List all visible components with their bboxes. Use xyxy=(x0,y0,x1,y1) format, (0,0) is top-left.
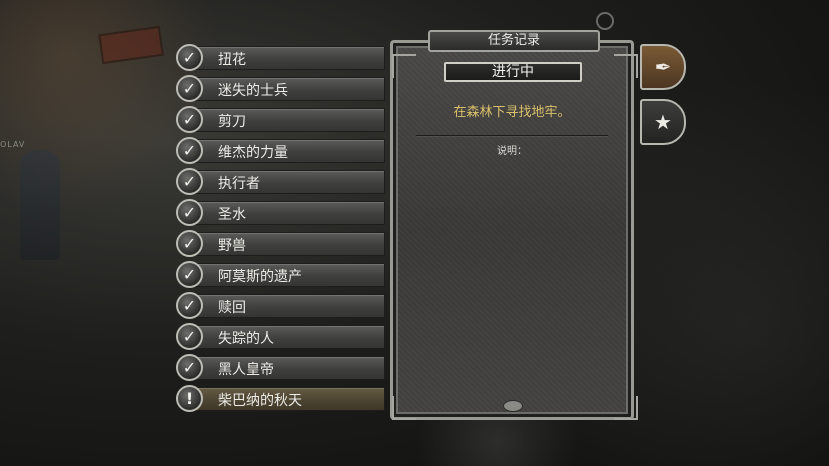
panel-bottom-knob xyxy=(503,400,523,412)
panel-corner-ornament xyxy=(392,54,416,78)
tab-achievements[interactable]: ★ xyxy=(640,99,686,145)
quest-list-item[interactable]: ! 柴巴纳的秋天 xyxy=(176,385,385,412)
scene-character xyxy=(20,150,60,260)
scene-banner-text: OLAV xyxy=(0,140,26,149)
check-icon: ✓ xyxy=(176,44,203,71)
quest-list-item[interactable]: ✓ 野兽 xyxy=(176,230,385,257)
quest-list-item[interactable]: ✓ 扭花 xyxy=(176,44,385,71)
quill-icon: ✒ xyxy=(654,55,672,79)
check-icon: ✓ xyxy=(176,354,203,381)
panel-divider xyxy=(416,135,608,136)
quest-status-tag: 进行中 xyxy=(444,62,582,82)
panel-top-knob xyxy=(596,12,614,30)
check-icon: ✓ xyxy=(176,168,203,195)
star-laurel-icon: ★ xyxy=(654,110,672,134)
quest-title: 野兽 xyxy=(218,238,246,254)
check-icon: ✓ xyxy=(176,292,203,319)
quest-title: 圣水 xyxy=(218,207,246,223)
panel-corner-ornament xyxy=(614,396,638,420)
quest-title: 失踪的人 xyxy=(218,331,274,347)
quest-title: 黑人皇帝 xyxy=(218,362,274,378)
panel-corner-ornament xyxy=(392,396,416,420)
check-icon: ✓ xyxy=(176,137,203,164)
quest-title: 阿莫斯的遗产 xyxy=(218,269,302,285)
quest-list: ✓ 扭花 ✓ 迷失的士兵 ✓ 剪刀 ✓ 维杰的力量 ✓ 执行者 ✓ 圣水 ✓ 野兽 ✓ 阿莫斯的遗产 ✓ 赎回 ✓ 失… xyxy=(176,44,385,416)
quest-title: 维杰的力量 xyxy=(218,145,288,161)
quest-objective: 在森林下寻找地牢。 xyxy=(453,105,571,120)
quest-log-title: 任务记录 xyxy=(428,30,600,52)
quest-list-item[interactable]: ✓ 剪刀 xyxy=(176,106,385,133)
quest-title: 迷失的士兵 xyxy=(218,83,288,99)
quest-title: 执行者 xyxy=(218,176,260,192)
check-icon: ✓ xyxy=(176,261,203,288)
quest-list-item[interactable]: ✓ 迷失的士兵 xyxy=(176,75,385,102)
quest-title: 剪刀 xyxy=(218,114,246,130)
quest-list-item[interactable]: ✓ 阿莫斯的遗产 xyxy=(176,261,385,288)
check-icon: ✓ xyxy=(176,230,203,257)
quest-list-item[interactable]: ✓ 失踪的人 xyxy=(176,323,385,350)
quest-log-panel xyxy=(390,40,634,420)
check-icon: ✓ xyxy=(176,323,203,350)
check-icon: ✓ xyxy=(176,106,203,133)
panel-corner-ornament xyxy=(614,54,638,78)
quest-list-item[interactable]: ✓ 执行者 xyxy=(176,168,385,195)
quest-title: 赎回 xyxy=(218,300,246,316)
exclamation-icon: ! xyxy=(176,385,203,412)
quest-list-item[interactable]: ✓ 赎回 xyxy=(176,292,385,319)
quest-list-item[interactable]: ✓ 圣水 xyxy=(176,199,385,226)
quest-title: 柴巴纳的秋天 xyxy=(218,393,302,409)
quest-list-item[interactable]: ✓ 维杰的力量 xyxy=(176,137,385,164)
quest-title: 扭花 xyxy=(218,52,246,68)
quest-list-item[interactable]: ✓ 黑人皇帝 xyxy=(176,354,385,381)
tab-quests[interactable]: ✒ xyxy=(640,44,686,90)
check-icon: ✓ xyxy=(176,199,203,226)
check-icon: ✓ xyxy=(176,75,203,102)
quest-description-label: 说明： xyxy=(497,146,527,157)
